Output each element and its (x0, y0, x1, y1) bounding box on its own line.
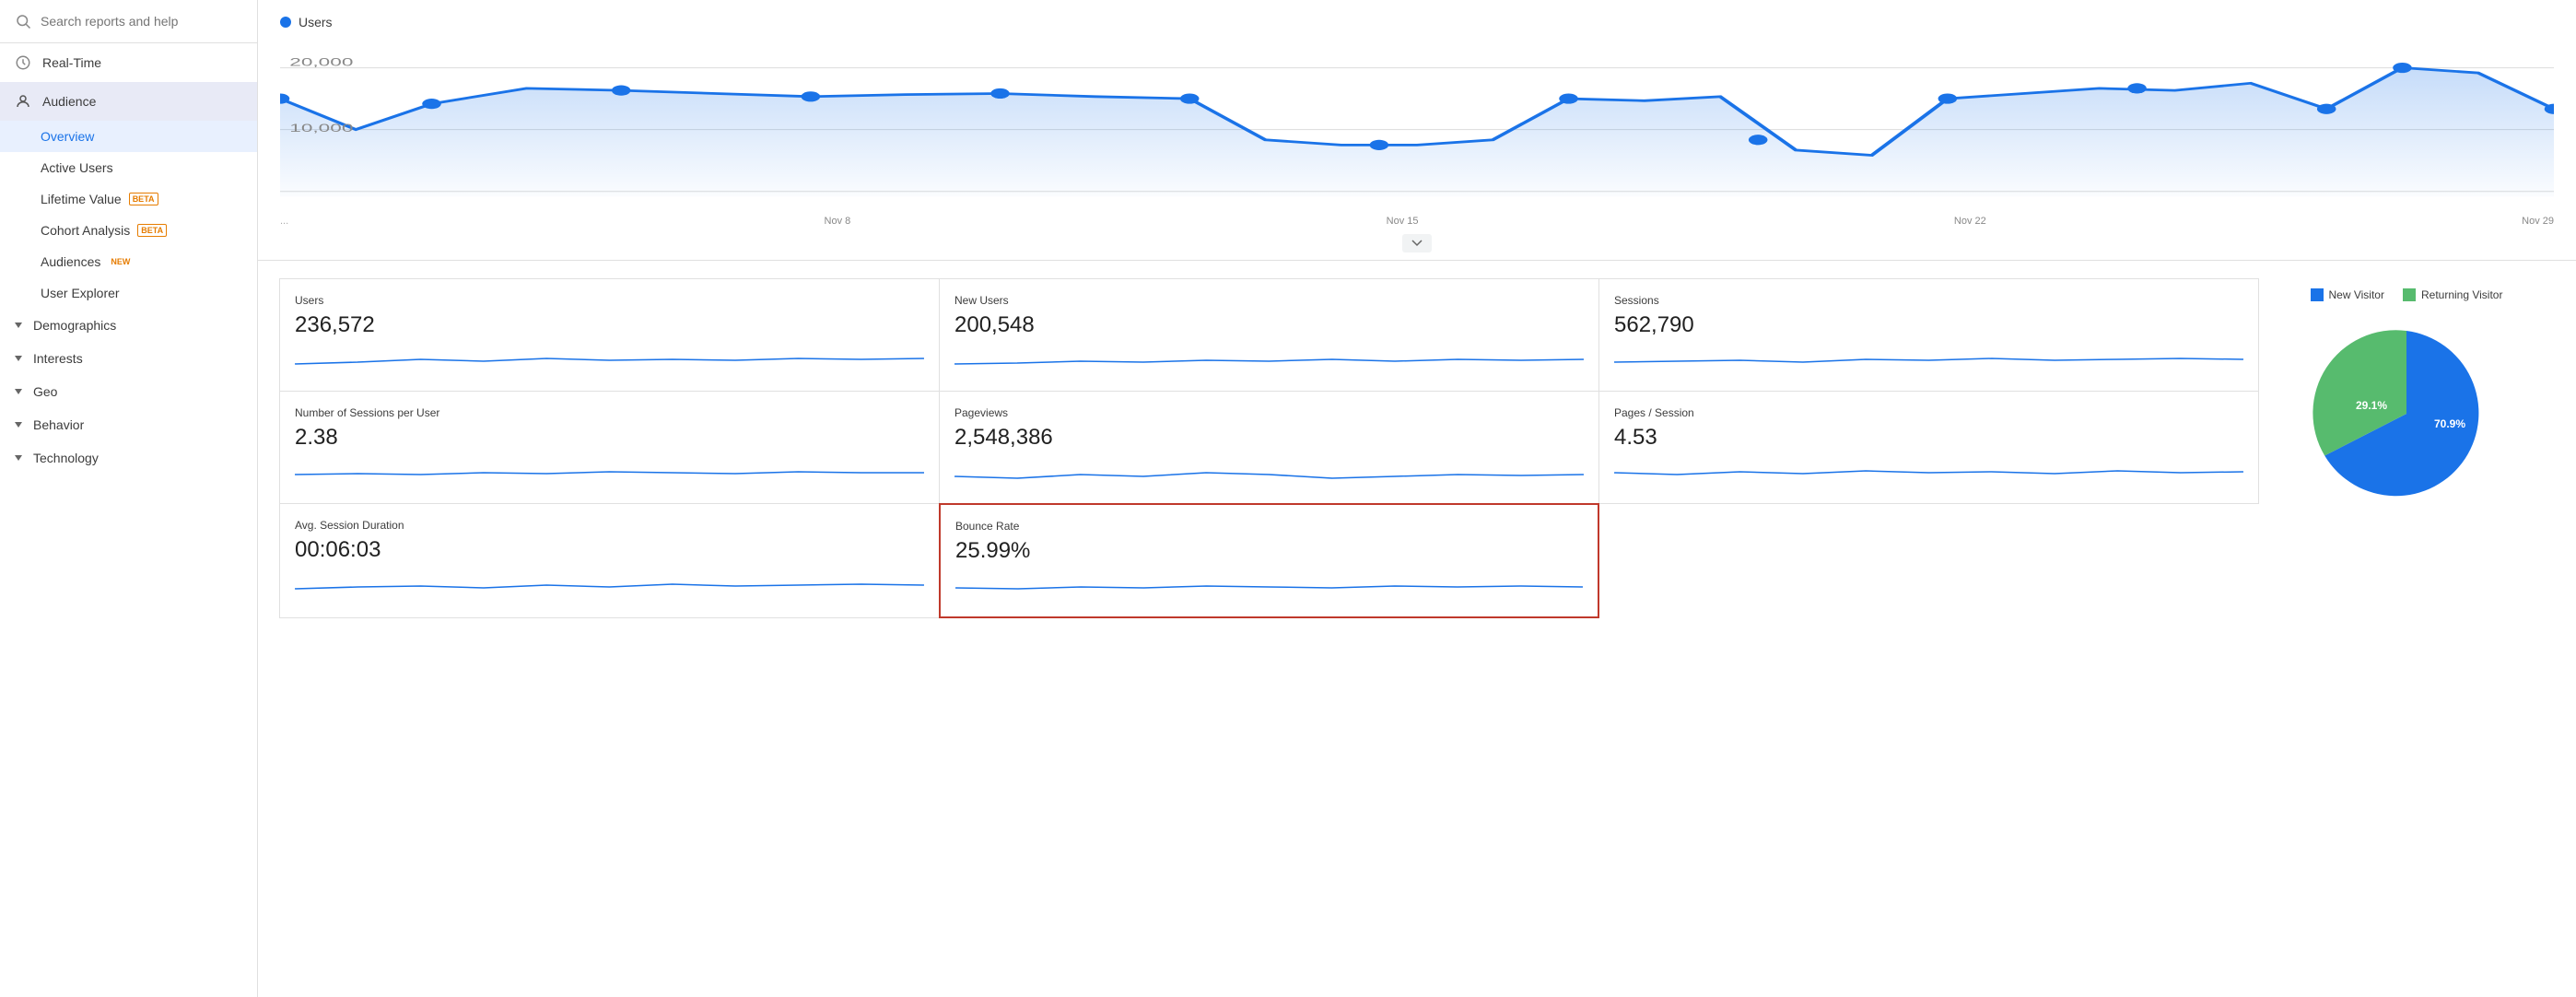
mini-chart-sessions (1614, 346, 2243, 373)
chevron-down-icon-behavior (15, 422, 22, 428)
pie-chart-area: New Visitor Returning Visitor (2259, 279, 2554, 618)
beta-badge-cohort: BETA (137, 224, 167, 237)
mini-chart-sessions-per-user (295, 458, 924, 486)
metric-label-sessions-per-user: Number of Sessions per User (295, 406, 924, 419)
chart-collapse-button[interactable] (1402, 234, 1432, 252)
mini-chart-users (295, 346, 924, 373)
new-badge-audiences: NEW (108, 256, 133, 267)
sidebar-section-geo[interactable]: Geo (0, 375, 257, 408)
x-label-ellipsis: ... (280, 216, 288, 227)
search-input[interactable] (41, 14, 242, 29)
metric-value-sessions: 562,790 (1614, 312, 2243, 338)
metric-label-new-users: New Users (954, 294, 1584, 307)
metric-card-pages-per-session: Pages / Session 4.53 (1598, 391, 2259, 504)
metric-label-sessions: Sessions (1614, 294, 2243, 307)
new-visitor-color (2311, 288, 2324, 301)
mini-chart-pageviews (954, 458, 1584, 486)
pie-legend-returning-visitor: Returning Visitor (2403, 288, 2503, 301)
chart-legend: Users (280, 15, 2554, 29)
sidebar-sub-item-audiences[interactable]: Audiences NEW (0, 246, 257, 277)
pie-chart-svg: 70.9% 29.1% (2305, 312, 2508, 515)
metric-value-users: 236,572 (295, 312, 924, 338)
x-label-nov8: Nov 8 (825, 216, 851, 227)
users-legend-label: Users (299, 15, 333, 29)
sidebar-section-technology[interactable]: Technology (0, 441, 257, 475)
search-icon (15, 13, 31, 29)
line-chart-container: 20,000 10,000 (280, 37, 2554, 212)
chevron-down-icon-demographics (15, 323, 22, 328)
metric-label-bounce-rate: Bounce Rate (955, 520, 1583, 533)
metric-value-avg-session: 00:06:03 (295, 537, 924, 563)
person-icon (15, 93, 31, 110)
metrics-area: Users 236,572 New Users 200,548 Sessions… (258, 261, 2576, 637)
pie-legend-new-visitor: New Visitor (2311, 288, 2384, 301)
x-label-nov15: Nov 15 (1387, 216, 1419, 227)
mini-chart-new-users (954, 346, 1584, 373)
clock-icon (15, 54, 31, 71)
audience-label: Audience (42, 94, 96, 109)
sidebar-section-interests[interactable]: Interests (0, 342, 257, 375)
pie-legend: New Visitor Returning Visitor (2311, 288, 2503, 301)
metric-card-sessions: Sessions 562,790 (1598, 278, 2259, 392)
metric-card-new-users: New Users 200,548 (939, 278, 1599, 392)
chevron-down-icon-technology (15, 455, 22, 461)
metric-card-avg-session: Avg. Session Duration 00:06:03 (279, 503, 940, 618)
sidebar-item-realtime[interactable]: Real-Time (0, 43, 257, 82)
search-bar[interactable] (0, 0, 257, 43)
pie-label-returning-visitor: 29.1% (2356, 399, 2387, 412)
metric-label-avg-session: Avg. Session Duration (295, 519, 924, 532)
metric-card-bounce-rate: Bounce Rate 25.99% (939, 503, 1599, 618)
metric-label-pages-per-session: Pages / Session (1614, 406, 2243, 419)
sidebar-sub-item-cohort[interactable]: Cohort Analysis BETA (0, 215, 257, 246)
users-legend-dot (280, 17, 291, 28)
metric-value-new-users: 200,548 (954, 312, 1584, 338)
chart-x-labels: ... Nov 8 Nov 15 Nov 22 Nov 29 (280, 212, 2554, 234)
pie-label-new-visitor: 70.9% (2434, 417, 2465, 430)
sidebar-sub-item-overview[interactable]: Overview (0, 121, 257, 152)
sidebar-sub-item-user-explorer[interactable]: User Explorer (0, 277, 257, 309)
sidebar-sub-item-active-users[interactable]: Active Users (0, 152, 257, 183)
metric-value-pageviews: 2,548,386 (954, 425, 1584, 451)
mini-chart-bounce-rate (955, 571, 1583, 599)
chevron-down-icon-geo (15, 389, 22, 394)
metrics-grid-container: Users 236,572 New Users 200,548 Sessions… (280, 279, 2259, 618)
metric-card-sessions-per-user: Number of Sessions per User 2.38 (279, 391, 940, 504)
new-visitor-label: New Visitor (2329, 288, 2384, 301)
realtime-label: Real-Time (42, 55, 101, 70)
metric-label-users: Users (295, 294, 924, 307)
sidebar-section-demographics[interactable]: Demographics (0, 309, 257, 342)
metric-value-pages-per-session: 4.53 (1614, 425, 2243, 451)
svg-text:10,000: 10,000 (289, 122, 353, 135)
svg-text:20,000: 20,000 (289, 55, 353, 68)
sidebar-item-audience[interactable]: Audience (0, 82, 257, 121)
metric-value-bounce-rate: 25.99% (955, 538, 1583, 564)
pie-chart-container: 70.9% 29.1% (2305, 312, 2508, 515)
sidebar-sub-item-lifetime-value[interactable]: Lifetime Value BETA (0, 183, 257, 215)
returning-visitor-color (2403, 288, 2416, 301)
returning-visitor-label: Returning Visitor (2421, 288, 2503, 301)
main-content: Users (258, 0, 2576, 997)
chart-area: Users (258, 0, 2576, 261)
chevron-down-icon-interests (15, 356, 22, 361)
metrics-grid: Users 236,572 New Users 200,548 Sessions… (280, 279, 2259, 618)
metric-value-sessions-per-user: 2.38 (295, 425, 924, 451)
mini-chart-avg-session (295, 570, 924, 598)
users-line-chart: 20,000 10,000 (280, 37, 2554, 212)
metric-card-pageviews: Pageviews 2,548,386 (939, 391, 1599, 504)
x-label-nov22: Nov 22 (1954, 216, 1986, 227)
sidebar: Real-Time Audience Overview Active Users… (0, 0, 258, 997)
beta-badge-lifetime: BETA (129, 193, 158, 205)
audience-sub-nav: Overview Active Users Lifetime Value BET… (0, 121, 257, 309)
mini-chart-pages-per-session (1614, 458, 2243, 486)
sidebar-section-behavior[interactable]: Behavior (0, 408, 257, 441)
metric-card-users: Users 236,572 (279, 278, 940, 392)
x-label-nov29: Nov 29 (2522, 216, 2554, 227)
chevron-down-icon-chart (1411, 240, 1423, 247)
metric-label-pageviews: Pageviews (954, 406, 1584, 419)
